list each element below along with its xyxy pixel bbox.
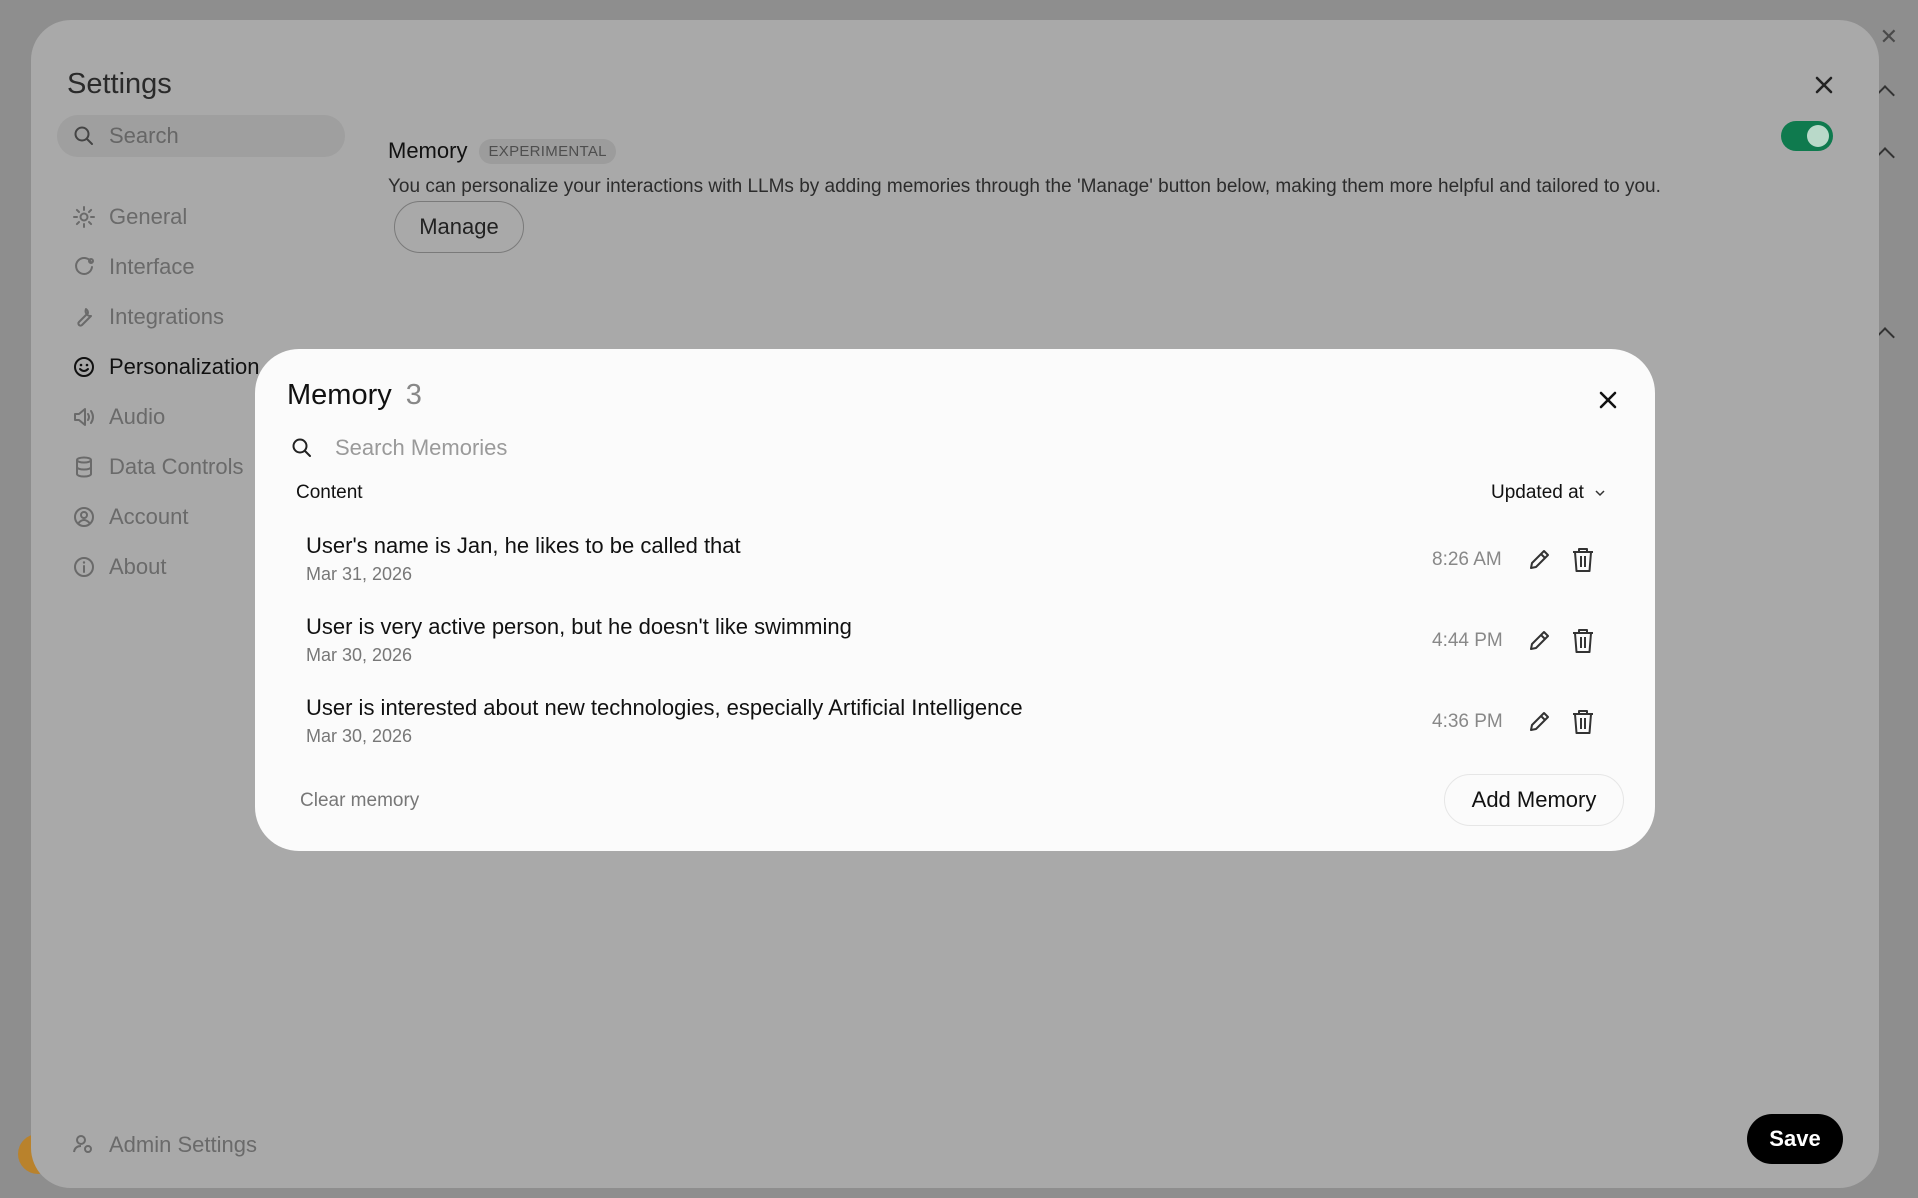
memory-search-input[interactable]: Search Memories bbox=[291, 435, 507, 461]
nav-item-label: Interface bbox=[109, 254, 195, 279]
nav-item-general[interactable]: General bbox=[71, 192, 259, 242]
memory-content: User is very active person, but he doesn… bbox=[306, 614, 852, 639]
database-icon bbox=[71, 454, 97, 480]
smile-icon bbox=[71, 354, 97, 380]
chevron-down-icon bbox=[1594, 487, 1606, 499]
memory-time: 8:26 AM bbox=[1432, 549, 1502, 570]
pencil-icon[interactable] bbox=[1524, 626, 1554, 656]
memory-toggle[interactable] bbox=[1781, 121, 1833, 151]
nav-item-label: Data Controls bbox=[109, 454, 244, 479]
nav-item-interface[interactable]: Interface bbox=[71, 242, 259, 292]
admin-user-icon bbox=[71, 1132, 97, 1158]
nav-item-about[interactable]: About bbox=[71, 542, 259, 592]
add-memory-button[interactable]: Add Memory bbox=[1444, 774, 1624, 826]
memory-row: User is interested about new technologie… bbox=[306, 695, 1593, 765]
interface-icon bbox=[71, 254, 97, 280]
save-button[interactable]: Save bbox=[1747, 1114, 1843, 1164]
admin-settings-link[interactable]: Admin Settings bbox=[71, 1132, 257, 1158]
settings-title: Settings bbox=[67, 68, 172, 100]
memory-row: User is very active person, but he doesn… bbox=[306, 614, 1593, 684]
nav-item-label: Integrations bbox=[109, 304, 224, 329]
toggle-knob bbox=[1807, 125, 1829, 147]
modal-title: Memory 3 bbox=[287, 379, 422, 412]
modal-title-text: Memory bbox=[287, 379, 392, 411]
memory-setting-label: Memory bbox=[388, 138, 468, 163]
memory-row: User's name is Jan, he likes to be calle… bbox=[306, 533, 1593, 603]
nav-item-account[interactable]: Account bbox=[71, 492, 259, 542]
nav-item-data-controls[interactable]: Data Controls bbox=[71, 442, 259, 492]
modal-close-icon[interactable] bbox=[1593, 385, 1623, 415]
memory-setting-row: Memory EXPERIMENTAL bbox=[388, 138, 616, 164]
memory-date: Mar 30, 2026 bbox=[306, 726, 413, 746]
memory-count: 3 bbox=[405, 379, 422, 411]
nav-item-label: Audio bbox=[109, 404, 166, 429]
column-header-updated: Updated at bbox=[1491, 482, 1584, 503]
memory-time: 4:36 PM bbox=[1432, 711, 1503, 732]
memory-description: You can personalize your interactions wi… bbox=[388, 176, 1661, 197]
admin-settings-label: Admin Settings bbox=[109, 1132, 257, 1157]
trash-icon[interactable] bbox=[1570, 545, 1596, 575]
search-icon bbox=[291, 437, 313, 459]
pencil-icon[interactable] bbox=[1524, 545, 1554, 575]
background-close-icon: ✕ bbox=[1879, 24, 1898, 49]
gear-icon bbox=[71, 204, 97, 230]
wrench-icon bbox=[71, 304, 97, 330]
nav-item-personalization[interactable]: Personalization bbox=[71, 342, 259, 392]
memory-modal: Memory 3 Search Memories Content Updated… bbox=[255, 349, 1655, 851]
close-icon[interactable] bbox=[1809, 70, 1839, 100]
memory-content: User's name is Jan, he likes to be calle… bbox=[306, 533, 741, 558]
trash-icon[interactable] bbox=[1570, 626, 1596, 656]
sort-updated-at[interactable]: Updated at bbox=[1491, 482, 1606, 504]
trash-icon[interactable] bbox=[1570, 707, 1596, 737]
nav-item-label: Personalization bbox=[109, 354, 260, 379]
memory-search-placeholder: Search Memories bbox=[335, 435, 508, 460]
nav-item-label: General bbox=[109, 204, 188, 229]
settings-search-input[interactable]: Search bbox=[57, 115, 345, 157]
nav-item-audio[interactable]: Audio bbox=[71, 392, 259, 442]
nav-item-label: Account bbox=[109, 504, 189, 529]
memory-content: User is interested about new technologie… bbox=[306, 695, 1023, 720]
memory-date: Mar 30, 2026 bbox=[306, 645, 413, 665]
speaker-icon bbox=[71, 404, 97, 430]
experimental-badge: EXPERIMENTAL bbox=[479, 138, 616, 164]
memory-date: Mar 31, 2026 bbox=[306, 564, 413, 584]
nav-item-integrations[interactable]: Integrations bbox=[71, 292, 259, 342]
settings-nav: General Interface Integrations Personali… bbox=[71, 192, 259, 592]
nav-item-label: About bbox=[109, 554, 167, 579]
pencil-icon[interactable] bbox=[1524, 707, 1554, 737]
settings-search-placeholder: Search bbox=[109, 123, 179, 148]
column-header-content: Content bbox=[296, 482, 363, 503]
info-icon bbox=[71, 554, 97, 580]
clear-memory-button[interactable]: Clear memory bbox=[300, 790, 419, 812]
search-icon bbox=[73, 125, 95, 147]
manage-button[interactable]: Manage bbox=[394, 201, 524, 253]
user-circle-icon bbox=[71, 504, 97, 530]
memory-time: 4:44 PM bbox=[1432, 630, 1503, 651]
